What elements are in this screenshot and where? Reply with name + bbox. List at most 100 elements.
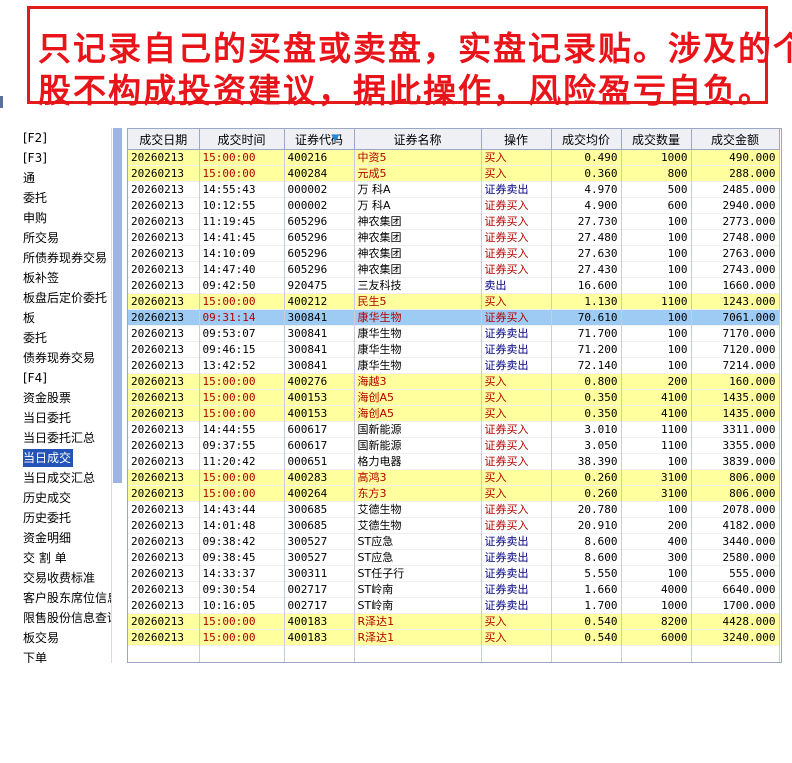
cell-date: 20260213: [128, 533, 200, 550]
cell-op: 买入: [481, 469, 552, 486]
sidebar-item[interactable]: 申购: [20, 208, 123, 228]
sidebar-item[interactable]: [F2]: [20, 128, 123, 148]
sidebar-item[interactable]: 当日成交汇总: [20, 468, 123, 488]
table-row[interactable]: 20260213 14:41:45 605296 神农集团 证券买入 27.480 100 2…: [128, 229, 780, 246]
cell-op: 卖出: [481, 277, 552, 294]
table-row[interactable]: 20260213 15:00:00 400212 民生5 买入 1.130 1100 1243…: [128, 293, 780, 310]
cell-op: 证券买入: [481, 453, 552, 470]
table-row[interactable]: 20260213 14:47:40 605296 神农集团 证券买入 27.430 100 2…: [128, 261, 780, 278]
sidebar-scrollbar[interactable]: [111, 128, 123, 663]
sidebar-item[interactable]: 客户股东席位信息: [20, 588, 123, 608]
cell-qty: 100: [621, 565, 692, 582]
sidebar-scroll-thumb[interactable]: [113, 128, 122, 483]
table-row[interactable]: 20260213 15:00:00 400216 中资5 买入 0.490 1000 490.…: [128, 149, 780, 166]
table-row[interactable]: 20260213 15:00:00 400183 R泽达1 买入 0.540 8200 442…: [128, 613, 780, 630]
table-row[interactable]: 20260213 11:20:42 000651 格力电器 证券买入 38.390 100 3…: [128, 453, 780, 470]
cell-price: 0.350: [551, 405, 622, 422]
sidebar-item[interactable]: 板交易: [20, 628, 123, 648]
table-row[interactable]: 20260213 09:37:55 600617 国新能源 证券买入 3.050 1100 3…: [128, 437, 780, 454]
col-header-price[interactable]: 成交均价: [551, 129, 622, 150]
cell-code: 400183: [284, 629, 355, 646]
cell-code: 400216: [284, 149, 355, 166]
cell-date: 20260213: [128, 197, 200, 214]
sidebar-item[interactable]: 下单: [20, 648, 123, 663]
sidebar-item[interactable]: [F3]: [20, 148, 123, 168]
cell-name: ST岭南: [354, 597, 482, 614]
sidebar-item-label: 申购: [23, 211, 48, 225]
table-row[interactable]: 20260213 10:16:05 002717 ST岭南 证券卖出 1.700 1000 1…: [128, 597, 780, 614]
cell-op: 证券买入: [481, 517, 552, 534]
table-row[interactable]: 20260213 14:10:09 605296 神农集团 证券买入 27.630 100 2…: [128, 245, 780, 262]
sidebar-item[interactable]: 当日成交: [20, 448, 123, 468]
sidebar-item[interactable]: 所交易: [20, 228, 123, 248]
col-header-time[interactable]: 成交时间: [199, 129, 285, 150]
cell-op: 买入: [481, 165, 552, 182]
table-row[interactable]: 20260213 09:46:15 300841 康华生物 证券卖出 71.200 100 7…: [128, 341, 780, 358]
col-header-code[interactable]: 证券代码: [284, 129, 355, 150]
table-row[interactable]: 20260213 13:42:52 300841 康华生物 证券卖出 72.140 100 7…: [128, 357, 780, 374]
sidebar-item[interactable]: 交 割 单: [20, 548, 123, 568]
sidebar-item[interactable]: 资金明细: [20, 528, 123, 548]
table-row[interactable]: 20260213 14:33:37 300311 ST任子行 证券卖出 5.550 100 5…: [128, 565, 780, 582]
sidebar-item[interactable]: 历史委托: [20, 508, 123, 528]
sidebar-item[interactable]: 限售股份信息查询: [20, 608, 123, 628]
sidebar-item[interactable]: 债券现券交易: [20, 348, 123, 368]
col-header-date[interactable]: 成交日期: [128, 129, 200, 150]
cell-code: 605296: [284, 261, 355, 278]
table-row[interactable]: 20260213 15:00:00 400276 海越3 买入 0.800 200 160.0…: [128, 373, 780, 390]
table-row[interactable]: 20260213 09:38:45 300527 ST应急 证券卖出 8.600 300 25…: [128, 549, 780, 566]
cell-amount: 490.000: [691, 149, 780, 166]
table-row[interactable]: 20260213 11:19:45 605296 神农集团 证券买入 27.730 100 2…: [128, 213, 780, 230]
sidebar-item[interactable]: 板盘后定价委托: [20, 288, 123, 308]
cell-time: 09:37:55: [199, 437, 285, 454]
cell-code: 002717: [284, 581, 355, 598]
cell-date: 20260213: [128, 213, 200, 230]
sidebar-item[interactable]: 当日委托: [20, 408, 123, 428]
cell-date: 20260213: [128, 613, 200, 630]
cell-op: 买入: [481, 293, 552, 310]
cell-name: ST岭南: [354, 581, 482, 598]
sidebar-item[interactable]: 通: [20, 168, 123, 188]
table-row[interactable]: 20260213 15:00:00 400283 高鸿3 买入 0.260 3100 806.…: [128, 469, 780, 486]
table-row[interactable]: 20260213 15:00:00 400153 海创A5 买入 0.350 4100 143…: [128, 405, 780, 422]
table-row[interactable]: 20260213 15:00:00 400284 元成5 买入 0.360 800 288.0…: [128, 165, 780, 182]
table-row[interactable]: 20260213 14:55:43 000002 万 科A 证券卖出 4.970 500 24…: [128, 181, 780, 198]
table-row[interactable]: 20260213 14:44:55 600617 国新能源 证券买入 3.010 1100 3…: [128, 421, 780, 438]
empty-cell: [691, 645, 780, 661]
col-header-amount[interactable]: 成交金额: [691, 129, 780, 150]
cell-amount: 160.000: [691, 373, 780, 390]
cell-time: 09:46:15: [199, 341, 285, 358]
cell-code: 300685: [284, 501, 355, 518]
table-row[interactable]: 20260213 09:38:42 300527 ST应急 证券卖出 8.600 400 34…: [128, 533, 780, 550]
table-row[interactable]: 20260213 14:43:44 300685 艾德生物 证券买入 20.780 100 2…: [128, 501, 780, 518]
table-row[interactable]: 20260213 09:42:50 920475 三友科技 卖出 16.600 100 166…: [128, 277, 780, 294]
col-header-op[interactable]: 操作: [481, 129, 552, 150]
sidebar-item[interactable]: [F4]: [20, 368, 123, 388]
table-row[interactable]: 20260213 14:01:48 300685 艾德生物 证券买入 20.910 200 4…: [128, 517, 780, 534]
sidebar-item[interactable]: 交易收费标准: [20, 568, 123, 588]
table-row[interactable]: 20260213 15:00:00 400153 海创A5 买入 0.350 4100 143…: [128, 389, 780, 406]
sidebar-item[interactable]: 资金股票: [20, 388, 123, 408]
col-header-qty[interactable]: 成交数量: [621, 129, 692, 150]
cell-time: 15:00:00: [199, 485, 285, 502]
cell-amount: 2078.000: [691, 501, 780, 518]
table-row[interactable]: 20260213 09:31:14 300841 康华生物 证券买入 70.610 100 7…: [128, 309, 780, 326]
sidebar-item[interactable]: 所债券现券交易: [20, 248, 123, 268]
sidebar-item[interactable]: 板补签: [20, 268, 123, 288]
table-row[interactable]: 20260213 09:30:54 002717 ST岭南 证券卖出 1.660 4000 6…: [128, 581, 780, 598]
cell-name: 格力电器: [354, 453, 482, 470]
cell-op: 买入: [481, 373, 552, 390]
cell-time: 14:47:40: [199, 261, 285, 278]
sidebar-item[interactable]: 委托: [20, 188, 123, 208]
col-header-name[interactable]: ▼ 证券名称: [331, 129, 482, 150]
table-row[interactable]: 20260213 09:53:07 300841 康华生物 证券卖出 71.700 100 7…: [128, 325, 780, 342]
sidebar-item[interactable]: 板: [20, 308, 123, 328]
cell-amount: 3839.000: [691, 453, 780, 470]
sidebar-item[interactable]: 历史成交: [20, 488, 123, 508]
sidebar-item[interactable]: 当日委托汇总: [20, 428, 123, 448]
sidebar-item[interactable]: 委托: [20, 328, 123, 348]
table-row[interactable]: 20260213 15:00:00 400183 R泽达1 买入 0.540 6000 324…: [128, 629, 780, 646]
cell-name: 中资5: [354, 149, 482, 166]
table-row[interactable]: 20260213 10:12:55 000002 万 科A 证券买入 4.900 600 29…: [128, 197, 780, 214]
table-row[interactable]: 20260213 15:00:00 400264 东方3 买入 0.260 3100 806.…: [128, 485, 780, 502]
